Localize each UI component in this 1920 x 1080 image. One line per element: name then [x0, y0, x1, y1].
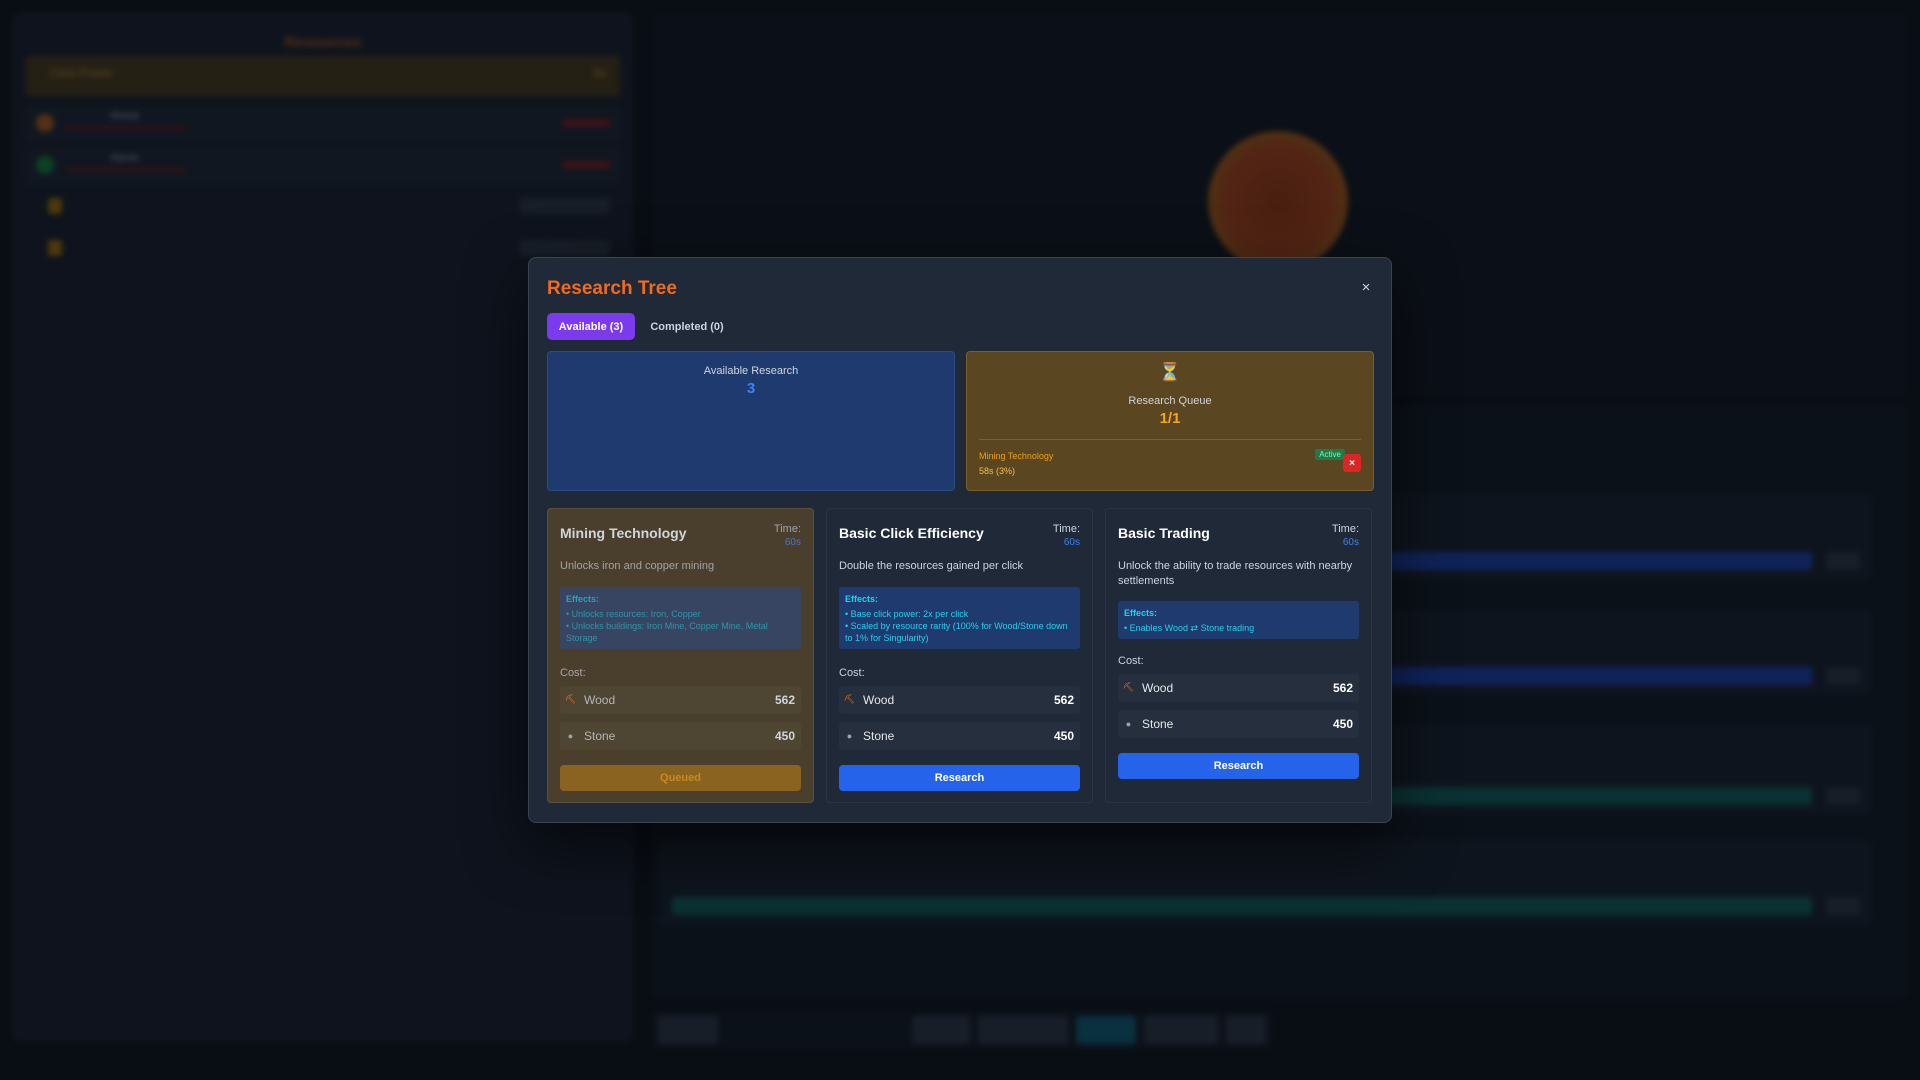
cost-value: 450	[774, 729, 795, 743]
wood-icon: ⛏	[564, 694, 577, 704]
cost-row-wood: ⛏ Wood 562	[1118, 674, 1359, 702]
effects-title: Effects:	[845, 594, 879, 604]
time-label: Time:	[1052, 523, 1080, 535]
modal-title: Research Tree	[547, 278, 677, 299]
time-label: Time:	[1331, 523, 1359, 535]
cost-label: Cost:	[560, 667, 586, 679]
effect-item: • Scaled by resource rarity (100% for Wo…	[845, 621, 1068, 643]
time-label: Time:	[773, 523, 801, 535]
cost-value: 450	[1053, 729, 1074, 743]
research-name: Mining Technology	[560, 525, 687, 541]
cost-row-stone: ● Stone 450	[560, 722, 801, 750]
research-description: Unlocks iron and copper mining	[560, 560, 715, 572]
effects-box: Effects: • Base click power: 2x per clic…	[839, 587, 1080, 649]
research-name: Basic Trading	[1118, 525, 1210, 541]
cost-name: Wood	[863, 693, 895, 707]
effects-box: Effects: • Enables Wood ⇄ Stone trading	[1118, 601, 1359, 639]
available-research-stat: Available Research 3	[547, 351, 955, 491]
cost-label: Cost:	[839, 667, 865, 679]
cost-row-wood: ⛏ Wood 562	[560, 686, 801, 714]
cost-label: Cost:	[1118, 655, 1144, 667]
tab-available[interactable]: Available (3)	[547, 313, 635, 340]
research-queue-label: Research Queue	[1128, 395, 1212, 407]
stone-icon: ●	[1125, 718, 1132, 729]
cancel-research-button[interactable]: ×	[1343, 454, 1361, 472]
cost-value: 562	[1332, 681, 1353, 695]
cost-row-stone: ● Stone 450	[839, 722, 1080, 750]
cost-value: 562	[774, 693, 795, 707]
active-badge: Active	[1315, 449, 1345, 460]
wood-icon: ⛏	[1122, 682, 1135, 692]
tab-completed[interactable]: Completed (0)	[639, 313, 735, 340]
cost-name: Stone	[863, 729, 895, 743]
time-value: 60s	[1063, 537, 1080, 548]
effect-item: • Base click power: 2x per click	[845, 609, 969, 619]
queued-button: Queued	[560, 765, 801, 791]
cost-value: 450	[1332, 717, 1353, 731]
research-description: Double the resources gained per click	[839, 560, 1024, 572]
time-value: 60s	[784, 537, 801, 548]
wood-icon: ⛏	[843, 694, 856, 704]
effects-title: Effects:	[1124, 608, 1158, 618]
research-card-mining-technology: Mining Technology Time: 60s Unlocks iron…	[547, 508, 814, 803]
research-button[interactable]: Research	[1118, 753, 1359, 779]
cost-row-stone: ● Stone 450	[1118, 710, 1359, 738]
time-value: 60s	[1342, 537, 1359, 548]
research-button[interactable]: Research	[839, 765, 1080, 791]
hourglass-icon: ⏳	[1158, 362, 1182, 382]
research-description: Unlock the ability to trade resources wi…	[1118, 560, 1353, 587]
cost-name: Stone	[1142, 717, 1174, 731]
research-card-basic-click-efficiency: Basic Click Efficiency Time: 60s Double …	[826, 508, 1093, 803]
effect-item: • Unlocks buildings: Iron Mine, Copper M…	[566, 621, 768, 643]
effects-box: Effects: • Unlocks resources: Iron, Copp…	[560, 587, 801, 649]
close-icon[interactable]: ×	[1355, 276, 1377, 298]
research-queue-stat: ⏳ Research Queue 1/1 Mining Technology 5…	[966, 351, 1374, 491]
cost-value: 562	[1053, 693, 1074, 707]
cost-name: Wood	[1142, 681, 1174, 695]
queue-item-name: Mining Technology	[979, 451, 1054, 461]
research-tree-modal: Research Tree × Available (3) Completed …	[528, 257, 1392, 823]
effect-item: • Enables Wood ⇄ Stone trading	[1124, 623, 1255, 633]
research-card-basic-trading: Basic Trading Time: 60s Unlock the abili…	[1105, 508, 1372, 803]
effects-title: Effects:	[566, 594, 600, 604]
available-research-count: 3	[746, 380, 756, 397]
effect-item: • Unlocks resources: Iron, Copper	[566, 609, 701, 619]
cost-row-wood: ⛏ Wood 562	[839, 686, 1080, 714]
queue-item-time: 58s (3%)	[979, 466, 1016, 476]
available-research-label: Available Research	[703, 365, 799, 377]
stone-icon: ●	[567, 730, 574, 741]
stone-icon: ●	[846, 730, 853, 741]
research-queue-count: 1/1	[1159, 410, 1181, 427]
research-name: Basic Click Efficiency	[839, 525, 984, 541]
cost-name: Wood	[584, 693, 616, 707]
cost-name: Stone	[584, 729, 616, 743]
divider	[979, 439, 1361, 440]
